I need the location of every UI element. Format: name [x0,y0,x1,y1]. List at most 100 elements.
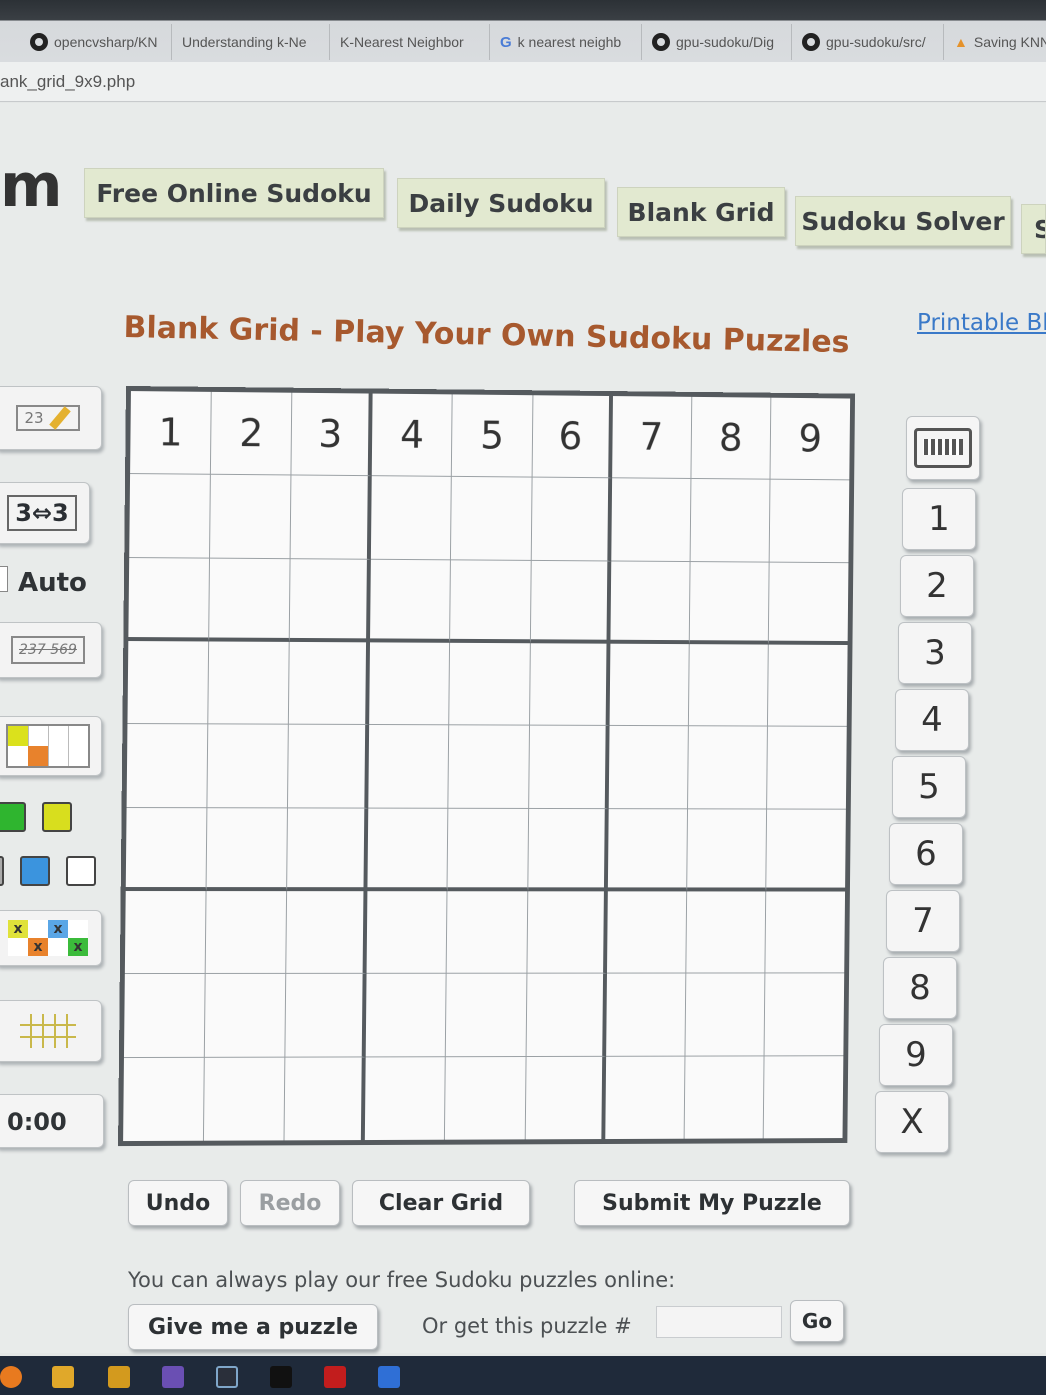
sudoku-cell[interactable] [685,973,766,1057]
sudoku-cell[interactable] [686,808,767,892]
sudoku-cell[interactable] [369,642,451,726]
sudoku-cell[interactable] [124,891,207,975]
address-bar[interactable]: ank_grid_9x9.php [0,62,1046,102]
sudoku-cell[interactable] [529,643,611,727]
keypad-digit-9[interactable]: 9 [879,1024,953,1086]
sudoku-cell[interactable] [288,724,370,809]
sudoku-cell[interactable] [289,641,371,726]
sudoku-cell[interactable] [290,475,373,560]
swap-digits-button[interactable]: 3⇔3 [0,482,90,544]
sudoku-cell[interactable] [608,726,689,809]
sudoku-cell[interactable] [285,974,367,1058]
keypad-digit-4[interactable]: 4 [895,689,969,751]
sudoku-cell[interactable] [606,891,687,974]
grid-lines-button[interactable] [0,1000,102,1062]
sudoku-cell[interactable] [447,808,529,892]
browser-tab[interactable]: ▲ Saving KNN [944,24,1046,60]
sudoku-cell[interactable] [205,891,288,975]
sudoku-cell[interactable] [688,644,769,727]
sudoku-cell[interactable] [289,558,372,643]
sudoku-cell[interactable] [526,891,608,974]
sudoku-cell[interactable] [367,808,449,892]
sudoku-cell[interactable] [204,974,287,1058]
sudoku-cell[interactable] [767,644,848,728]
sudoku-cell[interactable]: 8 [691,396,772,480]
browser-tab[interactable]: Understanding k-Ne [172,24,330,60]
netflix-icon[interactable] [324,1366,346,1388]
keypad-digit-6[interactable]: 6 [889,823,963,885]
sudoku-cell[interactable]: 2 [210,391,293,476]
highlight-button[interactable] [0,716,102,776]
sudoku-cell[interactable] [605,973,687,1057]
sudoku-cell[interactable] [284,1057,367,1141]
sudoku-cell[interactable]: 9 [770,397,851,481]
sudoku-cell[interactable] [690,479,771,563]
firefox-icon[interactable] [0,1366,22,1388]
sudoku-cell[interactable] [450,559,532,644]
clear-grid-button[interactable]: Clear Grid [352,1180,530,1226]
visual-studio-icon[interactable] [162,1366,184,1388]
sudoku-cell[interactable] [129,474,211,559]
sudoku-cell[interactable] [123,974,206,1058]
keypad-digit-8[interactable]: 8 [883,957,957,1019]
auto-checkbox[interactable] [0,566,8,592]
site-logo[interactable]: m [0,156,63,216]
sudoku-cell[interactable] [209,558,291,642]
browser-tab[interactable]: K-Nearest Neighbor [330,24,490,60]
sudoku-cell[interactable] [764,973,845,1057]
sudoku-cell[interactable] [445,1056,527,1140]
sudoku-cell[interactable]: 7 [611,396,693,480]
sudoku-cell[interactable]: 3 [291,392,373,477]
vscode-icon[interactable] [378,1366,400,1388]
nav-more[interactable]: S [1021,204,1046,254]
sudoku-cell[interactable]: 1 [130,391,212,476]
white-swatch[interactable] [66,856,96,886]
sudoku-cell[interactable] [370,559,452,643]
sudoku-cell[interactable] [127,641,210,725]
yellow-swatch[interactable] [42,802,72,832]
sudoku-cell[interactable] [609,643,690,727]
terminal-icon[interactable] [270,1366,292,1388]
give-puzzle-button[interactable]: Give me a puzzle [128,1304,378,1350]
redo-button[interactable]: Redo [240,1180,340,1226]
sudoku-cell[interactable]: 5 [452,394,533,478]
keypad-digit-3[interactable]: 3 [898,622,972,684]
pencil-mode-button[interactable]: 23 [0,386,102,450]
sudoku-cell[interactable] [448,725,530,809]
gray-swatch[interactable] [0,856,4,886]
lightroom-icon[interactable] [216,1366,238,1388]
nav-sudoku-solver[interactable]: Sudoku Solver [795,196,1011,246]
browser-tab[interactable]: gpu-sudoku/Dig [642,24,792,60]
green-swatch[interactable] [0,802,26,832]
sudoku-cell[interactable] [207,724,290,809]
sudoku-cell[interactable] [287,808,369,892]
sudoku-cell[interactable] [686,891,767,974]
sudoku-cell[interactable] [449,642,531,726]
sudoku-cell[interactable] [447,891,528,975]
sudoku-cell[interactable] [366,974,448,1058]
puzzle-number-input[interactable] [656,1306,782,1338]
sudoku-cell[interactable] [286,891,368,975]
sudoku-cell[interactable] [126,724,209,808]
sudoku-cell[interactable] [769,479,850,563]
sudoku-cell[interactable] [204,1057,286,1141]
sudoku-cell[interactable] [123,1057,205,1142]
keypad-digit-5[interactable]: 5 [892,756,966,818]
keypad-digit-2[interactable]: 2 [900,555,974,617]
sudoku-cell[interactable] [451,477,533,561]
submit-puzzle-button[interactable]: Submit My Puzzle [574,1180,850,1226]
sudoku-cell[interactable] [689,561,770,645]
keypad-erase-button[interactable]: X [875,1091,949,1153]
sudoku-cell[interactable] [446,973,527,1057]
undo-button[interactable]: Undo [128,1180,228,1226]
sudoku-cell[interactable] [526,973,607,1057]
mark-cells-button[interactable]: xx xx [0,910,102,966]
sudoku-cell[interactable] [368,725,450,809]
sudoku-cell[interactable] [206,807,289,892]
sudoku-cell[interactable] [610,561,691,645]
sudoku-cell[interactable] [607,808,688,892]
sudoku-cell[interactable] [125,807,208,892]
go-button[interactable]: Go [790,1300,844,1342]
sudoku-cell[interactable] [208,641,290,725]
nav-daily-sudoku[interactable]: Daily Sudoku [397,178,605,228]
